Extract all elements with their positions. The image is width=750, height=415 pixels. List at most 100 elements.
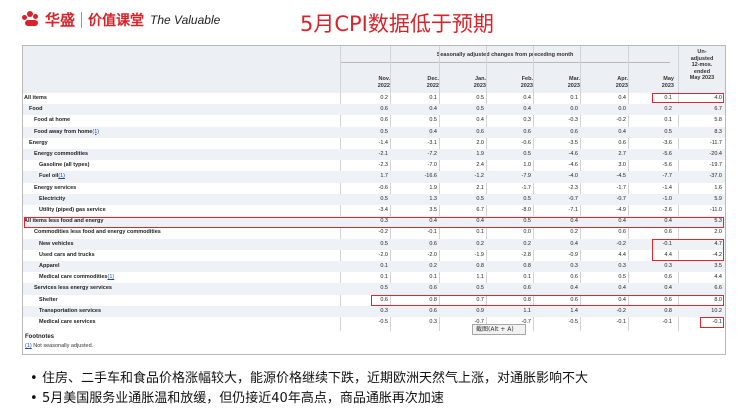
column-header: Dec. 2022	[426, 76, 439, 89]
table-cell: -16.6	[424, 173, 437, 180]
table-cell: 0.5	[523, 195, 531, 202]
bullet-dot-icon: •	[30, 391, 38, 406]
row-label: All items	[24, 95, 47, 101]
table-cell-12mo: 2.0	[714, 229, 722, 236]
logo-divider	[81, 11, 83, 28]
table-cell: 0.4	[570, 285, 578, 292]
row-label: Energy services	[34, 184, 77, 191]
table-cell: 0.1	[429, 95, 437, 101]
table-cell: 0.5	[380, 240, 388, 247]
table-cell-12mo: -11.0	[709, 207, 722, 213]
table-cell: -0.2	[616, 307, 626, 314]
table-cell: -4.6	[568, 151, 578, 157]
table-cell: 1.9	[429, 184, 437, 191]
table-cell: 0.8	[523, 263, 531, 269]
table-cell-12mo: -20.4	[709, 151, 722, 157]
table-cell: 0.8	[664, 307, 672, 314]
table-cell: -3.5	[568, 139, 578, 146]
row-label: Food at home	[34, 117, 71, 124]
table-cell: -0.5	[568, 319, 578, 325]
row-label: Energy commodities	[34, 151, 89, 157]
table-cell: 0.6	[570, 274, 578, 281]
table-cell: 0.1	[664, 117, 672, 124]
table-cell: -2.3	[378, 162, 388, 169]
table-cell: 0.2	[523, 240, 531, 247]
table-cell: 6.7	[476, 207, 484, 213]
table-cell: 0.5	[476, 106, 484, 113]
column-header: Jan. 2023	[473, 76, 486, 89]
table-row: Gasoline (all types) -2.3 -7.0 2.4 1.0 -4.6 3.…	[23, 160, 725, 171]
bullet-text: 5月美国服务业通胀温和放缓，但仍接近40年高点，商品通胀再次加速	[42, 391, 444, 406]
table-cell: -0.7	[568, 195, 578, 202]
table-cell: 0.3	[570, 263, 578, 269]
table-cell: -2.0	[378, 251, 388, 258]
table-cell: -0.6	[378, 184, 388, 191]
table-cell: 0.4	[523, 95, 531, 101]
table-cell: 1.3	[429, 195, 437, 202]
table-cell: 0.0	[618, 106, 626, 113]
table-cell: -0.1	[616, 319, 626, 325]
table-cell: -1.7	[521, 184, 531, 191]
table-row: All items 0.2 0.1 0.5 0.4 0.1 0.4 0.1 4.0	[23, 93, 725, 104]
table-cell: 0.5	[476, 195, 484, 202]
table-cell: -7.9	[521, 173, 531, 180]
table-cell-12mo: 1.6	[714, 184, 722, 191]
table-cell: 0.6	[618, 139, 626, 146]
table-cell-12mo: -11.7	[709, 139, 722, 146]
table-cell-12mo: 8.3	[714, 128, 722, 135]
logo-text-en: The Valuable	[150, 12, 221, 27]
table-cell: -2.0	[427, 251, 437, 258]
table-cell: -4.5	[616, 173, 626, 180]
table-cell: 0.6	[476, 128, 484, 135]
table-cell: -0.2	[616, 117, 626, 124]
footnote-marker-link[interactable]: (1)	[25, 343, 32, 349]
row-label: Gasoline (all types)	[39, 162, 90, 169]
table-cell-12mo: 6.7	[714, 106, 722, 113]
table-cell: 0.6	[664, 274, 672, 281]
table-cell: -4.6	[568, 162, 578, 169]
table-cell: -7.0	[427, 162, 437, 169]
table-cell: 0.1	[570, 95, 578, 101]
table-cell: 0.1	[380, 263, 388, 269]
logo-text-cn: 华盛	[45, 11, 76, 29]
bullet-item: • 5月美国服务业通胀温和放缓，但仍接近40年高点，商品通胀再次加速	[30, 390, 588, 410]
table-cell: -0.6	[521, 139, 531, 146]
table-cell: 1.7	[380, 173, 388, 180]
table-row: Energy services -0.6 1.9 2.1 -1.7 -2.3 -1.7 -1.…	[23, 183, 725, 194]
bullet-text: 住房、二手车和食品价格涨幅较大，能源价格继续下跌，近期欧洲天然气上涨，对通胀影响…	[42, 371, 589, 386]
table-cell: -1.4	[378, 139, 388, 146]
table-cell: 0.6	[523, 128, 531, 135]
table-cell: -1.9	[474, 251, 484, 258]
table-cell: 0.6	[429, 240, 437, 247]
table-cell: -1.2	[474, 173, 484, 180]
table-cell: 0.1	[429, 274, 437, 281]
table-row: Food 0.6 0.4 0.5 0.4 0.0 0.0 0.2 6.7	[23, 104, 725, 116]
row-label: Shelter	[39, 296, 58, 303]
table-cell: 0.2	[429, 263, 437, 269]
table-row: Fuel oil(1) 1.7 -16.6 -1.2 -7.9 -4.0 -4.5 -7.7 -…	[23, 171, 725, 183]
table-cell-12mo: 4.4	[714, 274, 722, 281]
row-label: Services less energy services	[34, 285, 112, 292]
bullet-dot-icon: •	[30, 371, 38, 386]
table-cell: -3.6	[662, 139, 672, 146]
table-cell: 0.2	[664, 106, 672, 113]
table-cell: 0.4	[429, 128, 437, 135]
footnote-link[interactable]: (1)	[92, 129, 99, 135]
table-row: Services less energy services 0.5 0.6 0.5 0.…	[23, 283, 725, 295]
table-cell: -0.3	[568, 117, 578, 124]
table-cell-12mo: 5.9	[714, 195, 722, 202]
table-cell: 0.5	[380, 285, 388, 292]
table-cell: 2.0	[476, 139, 484, 146]
row-label: Commodities less food and energy commodi…	[34, 229, 161, 236]
table-row: Energy commodities -2.1 -7.2 1.9 0.5 -4.6 2.7 -…	[23, 149, 725, 161]
logo-text-cn2: 价值课堂	[88, 12, 145, 29]
highlight-all-items-may	[652, 93, 724, 103]
table-cell: 0.6	[523, 285, 531, 292]
table-cell: 0.4	[618, 285, 626, 292]
table-cell: 0.1	[476, 229, 484, 236]
footnote-link[interactable]: (1)	[58, 173, 65, 179]
footnote-link[interactable]: (1)	[107, 274, 114, 280]
column-header: Feb. 2023	[520, 76, 533, 89]
table-cell: -1.4	[662, 184, 672, 191]
table-cell-12mo: 3.5	[714, 263, 722, 269]
